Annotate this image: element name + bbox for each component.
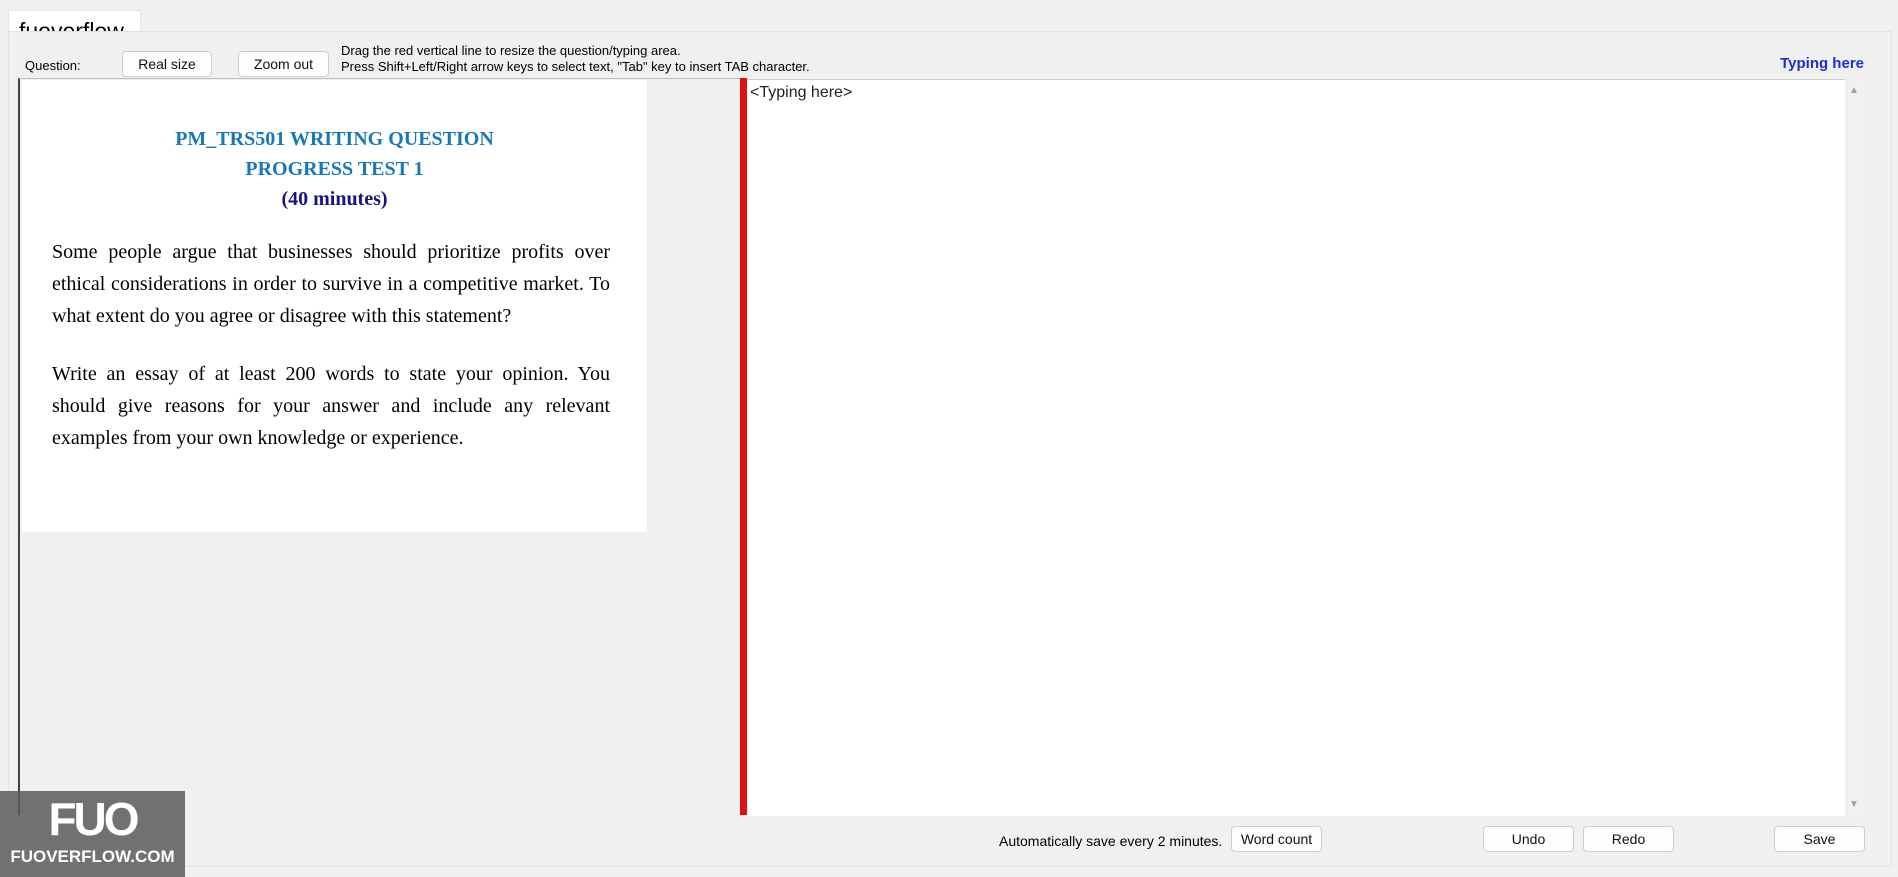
real-size-button[interactable]: Real size — [122, 51, 212, 77]
triangle-up-icon[interactable]: ▲ — [1849, 85, 1859, 96]
logo-mark: FUO — [48, 793, 139, 845]
question-test-name: PROGRESS TEST 1 — [245, 158, 424, 180]
undo-button[interactable]: Undo — [1483, 826, 1574, 852]
triangle-down-icon[interactable]: ▼ — [1849, 799, 1859, 810]
autosave-status: Automatically save every 2 minutes. — [999, 833, 1223, 849]
editor-scrollbar[interactable]: ▲ ▼ — [1845, 79, 1865, 816]
typing-area-title: Typing here — [1780, 55, 1864, 72]
resize-divider[interactable] — [740, 78, 747, 815]
question-document: PM_TRS501 WRITING QUESTION PROGRESS TEST… — [22, 80, 647, 532]
fuoverflow-logo: FUO FUOVERFLOW.COM — [0, 791, 185, 877]
question-prompt: Some people argue that businesses should… — [52, 241, 610, 327]
logo-text: FUOVERFLOW.COM — [10, 847, 175, 866]
redo-button[interactable]: Redo — [1583, 826, 1674, 852]
zoom-out-button[interactable]: Zoom out — [238, 51, 329, 77]
hint-line-2: Press Shift+Left/Right arrow keys to sel… — [341, 59, 810, 74]
question-label: Question: — [25, 58, 81, 73]
word-count-button[interactable]: Word count — [1231, 826, 1322, 852]
instructions-hint: Drag the red vertical line to resize the… — [341, 43, 810, 75]
typing-area[interactable]: <Typing here> — [747, 79, 1845, 816]
question-title: PM_TRS501 WRITING QUESTION — [175, 128, 494, 150]
save-button[interactable]: Save — [1774, 826, 1865, 852]
typing-placeholder: <Typing here> — [750, 84, 853, 101]
question-duration: (40 minutes) — [281, 188, 388, 210]
question-instructions: Write an essay of at least 200 words to … — [52, 363, 610, 449]
hint-line-1: Drag the red vertical line to resize the… — [341, 43, 681, 58]
